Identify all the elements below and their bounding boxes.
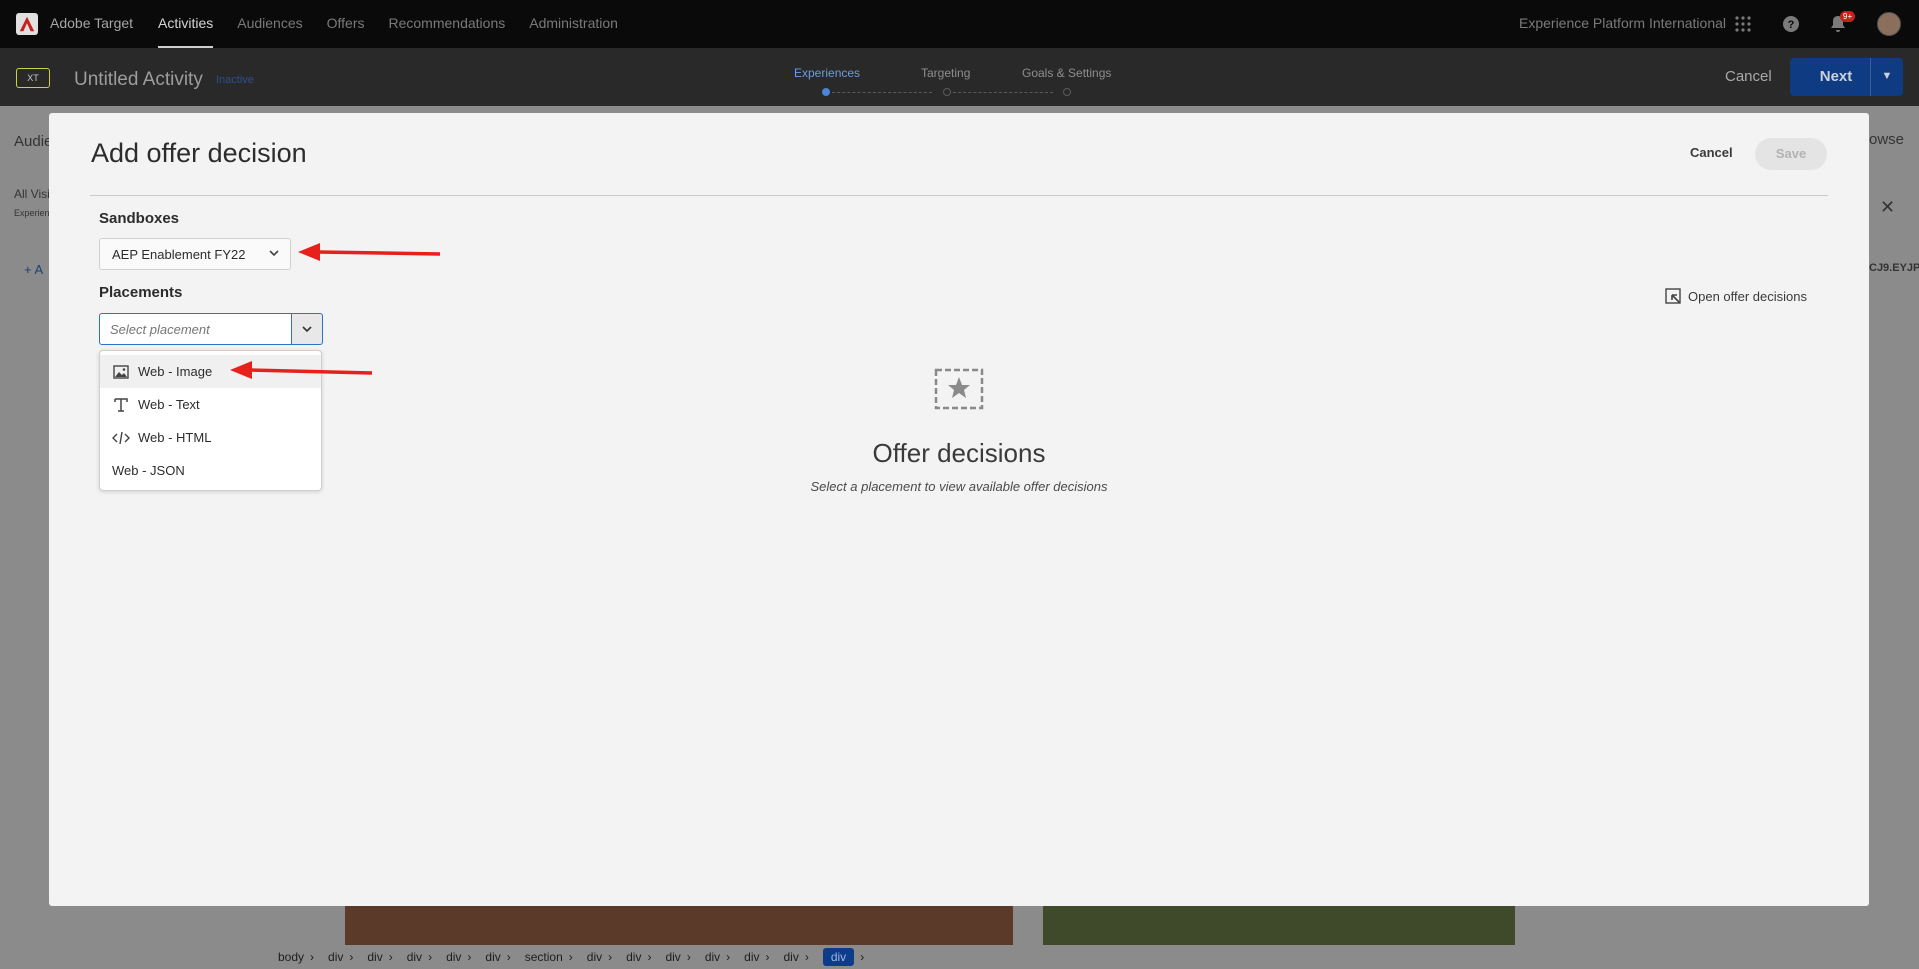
placement-option-web-text[interactable]: Web - Text [100, 388, 321, 421]
nav-recommendations[interactable]: Recommendations [377, 0, 518, 48]
top-bar: Adobe Target Activities Audiences Offers… [0, 0, 1919, 48]
annotation-arrow-icon [230, 361, 373, 379]
crumb-item[interactable]: div [446, 950, 461, 964]
crumb-item[interactable]: body [278, 950, 304, 964]
nav-audiences[interactable]: Audiences [225, 0, 314, 48]
step-experiences[interactable]: Experiences [794, 66, 860, 80]
nav-administration[interactable]: Administration [517, 0, 630, 48]
help-icon[interactable]: ? [1781, 14, 1801, 34]
adobe-logo-icon[interactable] [16, 13, 38, 35]
step-dot-active [822, 88, 830, 96]
bg-panel-header: Audie [14, 133, 53, 150]
dialog-divider [90, 195, 1828, 196]
brand-name[interactable]: Adobe Target [50, 15, 133, 31]
image-icon [112, 363, 130, 381]
sandbox-value: AEP Enablement FY22 [112, 247, 246, 262]
activity-status: Inactive [216, 74, 254, 86]
activity-title[interactable]: Untitled Activity [74, 69, 203, 91]
crumb-item[interactable]: section [525, 950, 563, 964]
option-label: Web - JSON [112, 463, 185, 478]
add-offer-decision-dialog [49, 113, 1869, 906]
crumb-item[interactable]: div [626, 950, 641, 964]
activity-type-badge: XT [16, 68, 50, 88]
placements-label: Placements [99, 284, 183, 301]
page-image-right [1043, 905, 1515, 945]
sandbox-picker[interactable]: AEP Enablement FY22 [99, 238, 291, 270]
org-switcher[interactable]: Experience Platform International [1519, 15, 1726, 31]
page-image-left [345, 905, 1013, 945]
crumb-item[interactable]: div [665, 950, 680, 964]
nav-activities[interactable]: Activities [146, 0, 225, 48]
crumb-item[interactable]: div [485, 950, 500, 964]
step-connector [832, 92, 932, 93]
bg-panel-item: All Visi [14, 187, 50, 201]
annotation-arrow-icon [298, 243, 441, 261]
step-dot [943, 88, 951, 96]
bg-add-audience: + A [24, 262, 44, 277]
text-icon [112, 396, 130, 414]
placement-dropdown-button[interactable] [291, 313, 323, 345]
offer-placeholder-icon [934, 368, 984, 410]
apps-grid-icon[interactable] [1733, 14, 1753, 34]
bg-panel-item-sub: Experien [14, 208, 50, 218]
crumb-item-selected[interactable]: div [822, 948, 855, 966]
main-nav: Activities Audiences Offers Recommendati… [146, 0, 630, 48]
crumb-item[interactable]: div [744, 950, 759, 964]
bg-token-text: CJ9.EYJPZ [1869, 262, 1919, 274]
right-panel-background [1870, 106, 1919, 969]
option-label: Web - HTML [138, 430, 212, 445]
step-targeting[interactable]: Targeting [921, 66, 970, 80]
dialog-cancel-button[interactable]: Cancel [1690, 145, 1733, 160]
nav-offers[interactable]: Offers [315, 0, 377, 48]
notification-badge: 9+ [1840, 11, 1856, 22]
step-goals-settings[interactable]: Goals & Settings [1022, 66, 1111, 80]
next-dropdown-button[interactable]: ▼ [1870, 58, 1903, 96]
header-cancel-button[interactable]: Cancel [1725, 68, 1772, 85]
user-avatar[interactable] [1877, 12, 1901, 36]
dialog-save-button[interactable]: Save [1755, 138, 1827, 170]
next-button[interactable]: Next [1790, 58, 1882, 96]
placement-option-web-json[interactable]: Web - JSON [100, 454, 321, 487]
svg-text:?: ? [1788, 19, 1795, 31]
dom-breadcrumb: body › div › div › div › div › div › section › … [262, 945, 1919, 969]
placement-combobox-input[interactable] [99, 313, 292, 345]
bg-browse-label: owse [1869, 131, 1905, 148]
placement-option-web-html[interactable]: Web - HTML [100, 421, 321, 454]
chevron-down-icon [268, 247, 280, 262]
sandboxes-label: Sandboxes [99, 210, 180, 227]
crumb-item[interactable]: div [407, 950, 422, 964]
option-label: Web - Image [138, 364, 213, 379]
crumb-item[interactable]: div [587, 950, 602, 964]
option-label: Web - Text [138, 397, 200, 412]
open-external-icon [1664, 287, 1682, 305]
empty-state-subtitle: Select a placement to view available off… [810, 479, 1108, 494]
step-dot [1063, 88, 1071, 96]
open-link-label: Open offer decisions [1688, 288, 1807, 304]
dialog-title: Add offer decision [91, 138, 307, 168]
crumb-item[interactable]: div [784, 950, 799, 964]
crumb-item[interactable]: div [328, 950, 343, 964]
code-icon [112, 429, 130, 447]
crumb-item[interactable]: div [705, 950, 720, 964]
open-offer-decisions-link[interactable]: Open offer decisions [1664, 287, 1807, 305]
step-connector [953, 92, 1053, 93]
crumb-item[interactable]: div [367, 950, 382, 964]
bg-close-icon: ✕ [1880, 197, 1896, 217]
empty-state-title: Offer decisions [872, 438, 1046, 468]
